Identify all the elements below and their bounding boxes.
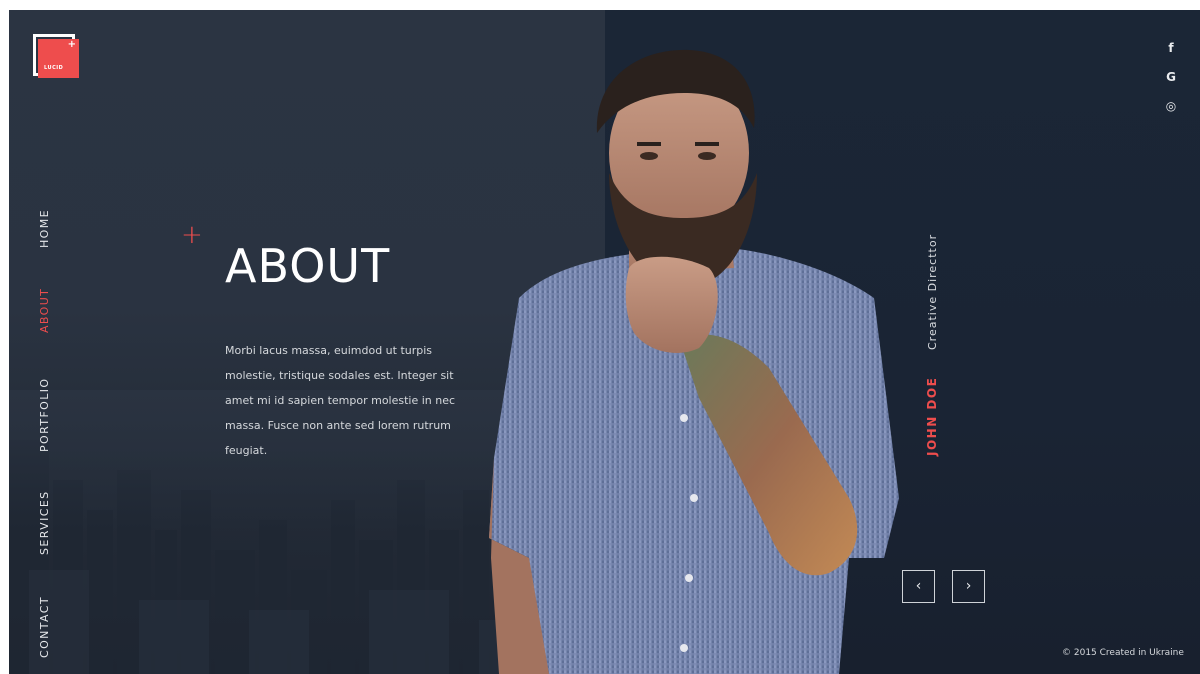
dribbble-icon[interactable]: ◎ bbox=[1159, 94, 1183, 118]
plus-accent-icon: + bbox=[181, 220, 203, 250]
profile-role-label: Creative Directtor bbox=[926, 233, 939, 350]
chevron-right-icon: › bbox=[965, 578, 972, 594]
page-title: ABOUT bbox=[225, 239, 391, 293]
portrait-photo bbox=[489, 49, 899, 674]
slider-prev-button[interactable]: ‹ bbox=[902, 570, 935, 603]
social-links: f G ◎ bbox=[1159, 36, 1183, 123]
page-frame: + LUCID HOME ABOUT PORTFOLIO SERVICES CO… bbox=[9, 10, 1200, 674]
google-icon[interactable]: G bbox=[1159, 65, 1183, 89]
chevron-left-icon: ‹ bbox=[915, 578, 922, 594]
logo-badge: + LUCID bbox=[38, 39, 79, 78]
logo[interactable]: + LUCID bbox=[33, 34, 79, 78]
nav-item-label[interactable]: SERVICES bbox=[38, 490, 51, 555]
nav-item-label[interactable]: ABOUT bbox=[38, 288, 51, 333]
profile-name-label: JOHN DOE bbox=[925, 376, 939, 456]
nav-item-label[interactable]: CONTACT bbox=[38, 596, 51, 658]
facebook-icon[interactable]: f bbox=[1159, 36, 1183, 60]
logo-plus-icon: + bbox=[67, 39, 76, 50]
nav-item-label[interactable]: PORTFOLIO bbox=[38, 378, 51, 452]
nav-item-label[interactable]: HOME bbox=[38, 209, 51, 248]
footer-copyright: © 2015 Created in Ukraine bbox=[1062, 648, 1184, 658]
about-description: Morbi lacus massa, euimdod ut turpis mol… bbox=[225, 344, 456, 457]
logo-text: LUCID bbox=[44, 65, 64, 71]
slider-next-button[interactable]: › bbox=[952, 570, 985, 603]
